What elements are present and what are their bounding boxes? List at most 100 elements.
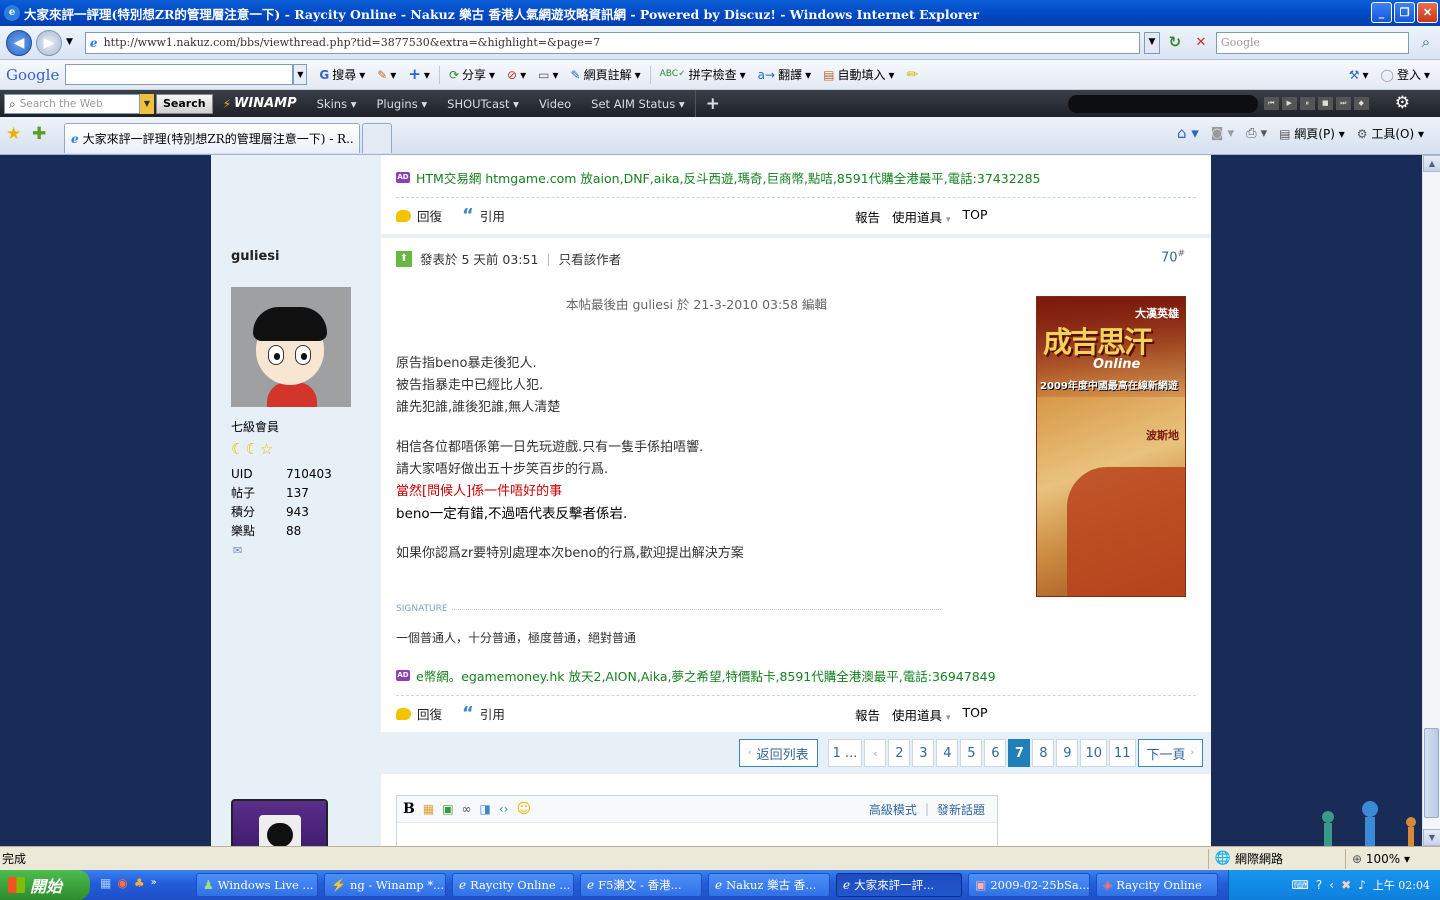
- code-icon[interactable]: ‹›: [499, 803, 509, 815]
- maximize-button[interactable]: ❐: [1394, 2, 1415, 23]
- zoom-level[interactable]: ⊕ 100% ▾: [1352, 852, 1410, 866]
- search-icon[interactable]: ⌕: [1413, 32, 1439, 54]
- task-raycity-1[interactable]: e Raycity Online ...: [452, 873, 574, 897]
- winamp-search-button[interactable]: Search: [156, 93, 213, 114]
- send-message-icon[interactable]: ✉: [233, 544, 242, 557]
- autofill-button[interactable]: ▤ 自動填入 ▾: [817, 66, 900, 83]
- plus-button[interactable]: + ▾: [402, 67, 436, 82]
- winamp-search-dropdown-icon[interactable]: ▼: [140, 93, 154, 114]
- report-link[interactable]: 報告: [855, 207, 880, 226]
- quote-button[interactable]: “引用: [462, 206, 505, 225]
- top-link[interactable]: TOP: [963, 207, 988, 226]
- post-author[interactable]: guliesi: [231, 249, 279, 264]
- home-icon[interactable]: ⌂ ▾: [1177, 126, 1199, 141]
- scroll-thumb[interactable]: [1424, 728, 1439, 818]
- page-2[interactable]: 2: [888, 739, 911, 767]
- winamp-gear-icon[interactable]: ⚙: [1395, 95, 1410, 112]
- report-link-2[interactable]: 報告: [855, 705, 880, 724]
- smiley-icon[interactable]: ☺: [516, 802, 531, 816]
- messenger-icon[interactable]: ♣: [134, 877, 145, 889]
- page-10[interactable]: 10: [1080, 739, 1107, 767]
- address-dropdown-icon[interactable]: ▼: [1143, 31, 1160, 54]
- translate-button[interactable]: a→ 翻譯 ▾: [752, 66, 817, 83]
- tools-link[interactable]: 使用道具 ▾: [892, 207, 951, 226]
- tray-arrow-icon[interactable]: ‹: [1329, 879, 1334, 891]
- print-icon[interactable]: ⎙ ▾: [1246, 127, 1267, 140]
- google-dropdown-icon[interactable]: ▼: [293, 64, 308, 85]
- browser-icon[interactable]: ◉: [117, 877, 127, 889]
- new-tab-button[interactable]: [362, 123, 392, 153]
- page-8[interactable]: 8: [1032, 739, 1055, 767]
- highlight-button[interactable]: ▭ ▾: [532, 68, 564, 82]
- ad-line-2[interactable]: AD e幣網。egamemoney.hk 放天2,AION,Aika,夢之希望,…: [396, 666, 996, 685]
- address-field[interactable]: e http://www1.nakuz.com/bbs/viewthread.p…: [84, 31, 1140, 54]
- google-search-button[interactable]: G 搜尋 ▾: [313, 66, 371, 83]
- forward-button[interactable]: ▶: [36, 29, 62, 56]
- volume-tray-icon[interactable]: ♪: [1358, 879, 1366, 891]
- task-winamp[interactable]: ⚡ ng - Winamp *...: [324, 873, 446, 897]
- bookmark-button[interactable]: ✎ ▾: [371, 68, 402, 82]
- page-6[interactable]: 6: [984, 739, 1007, 767]
- page-menu-button[interactable]: ▤ 網頁(P) ▾: [1279, 125, 1345, 142]
- tab-active[interactable]: e 大家來評一評理(特別想ZR的管理層注意一下) - R...: [64, 123, 360, 153]
- favorites-star-icon[interactable]: ★: [6, 126, 21, 143]
- image-icon[interactable]: ▣: [442, 803, 453, 815]
- advanced-mode-link[interactable]: 高級模式: [869, 801, 917, 818]
- stop-media-icon[interactable]: ■: [1317, 97, 1333, 110]
- google-search-input[interactable]: [65, 64, 294, 85]
- page-4[interactable]: 4: [936, 739, 959, 767]
- page-3[interactable]: 3: [912, 739, 935, 767]
- floor-number[interactable]: 70#: [1161, 249, 1185, 265]
- page-prev[interactable]: ‹: [864, 739, 887, 767]
- pencil-icon[interactable]: ✏: [907, 68, 919, 82]
- next-icon[interactable]: ⏭: [1335, 97, 1351, 110]
- color-icon[interactable]: ▦: [423, 803, 434, 815]
- top-link-2[interactable]: TOP: [963, 705, 988, 724]
- stop-icon[interactable]: ✕: [1190, 32, 1212, 54]
- task-raycity-2[interactable]: ◈ Raycity Online: [1096, 873, 1218, 897]
- share-button[interactable]: ⟳ 分享 ▾: [443, 66, 501, 83]
- page-first[interactable]: 1 ...: [827, 739, 863, 767]
- page-5[interactable]: 5: [960, 739, 983, 767]
- settings-wrench-button[interactable]: ⚒ ▾: [1343, 68, 1375, 82]
- search-input[interactable]: Google: [1215, 31, 1409, 54]
- winamp-search-input[interactable]: ⌕ Search the Web: [4, 93, 140, 114]
- bold-button[interactable]: B: [403, 801, 415, 817]
- author-only-link[interactable]: 只看該作者: [559, 249, 622, 268]
- tools-link-2[interactable]: 使用道具 ▾: [892, 705, 951, 724]
- vertical-scrollbar[interactable]: ▲ ▼: [1422, 155, 1440, 846]
- menu-aim-status[interactable]: Set AIM Status ▾: [581, 90, 694, 117]
- menu-plugins[interactable]: Plugins ▾: [367, 90, 438, 117]
- winamp-player-controls[interactable]: ⏮ ▶ ⏸ ■ ⏭ ◆: [1263, 97, 1369, 110]
- page-9[interactable]: 9: [1056, 739, 1079, 767]
- minimize-button[interactable]: _: [1371, 2, 1392, 23]
- login-button[interactable]: ◯ 登入 ▾: [1375, 66, 1436, 83]
- popup-blocker-button[interactable]: ⊘ ▾: [501, 68, 532, 82]
- task-image[interactable]: ▣ 2009-02-25bSa...: [968, 873, 1090, 897]
- quote-button-2[interactable]: “引用: [462, 704, 505, 723]
- menu-video[interactable]: Video: [529, 90, 581, 117]
- task-windows-live[interactable]: ♟ Windows Live ...: [196, 873, 318, 897]
- close-button[interactable]: ✕: [1417, 2, 1438, 23]
- task-current-thread[interactable]: e 大家來評一評...: [836, 873, 962, 897]
- new-topic-link[interactable]: 發新話題: [937, 801, 985, 818]
- next-page-button[interactable]: 下一頁 ›: [1137, 739, 1204, 767]
- quote-bubble-icon[interactable]: ◨: [480, 803, 491, 815]
- rss-icon[interactable]: ◙ ▾: [1211, 127, 1234, 140]
- notes-button[interactable]: ✎ 網頁註解 ▾: [565, 66, 647, 83]
- history-dropdown-icon[interactable]: ▼: [66, 38, 73, 47]
- scroll-down-icon[interactable]: ▼: [1423, 829, 1440, 846]
- prev-icon[interactable]: ⏮: [1263, 97, 1279, 110]
- winamp-add-button[interactable]: +: [694, 90, 730, 117]
- menu-skins[interactable]: Skins ▾: [307, 90, 367, 117]
- page-current[interactable]: 7: [1008, 739, 1031, 767]
- spellcheck-button[interactable]: ABC✓ 拼字檢查 ▾: [654, 66, 752, 83]
- quick-reply-editor[interactable]: B ▦ ▣ ∞ ◨ ‹› ☺ 高級模式 | 發新話題: [396, 795, 998, 846]
- volume-icon[interactable]: ◆: [1353, 97, 1369, 110]
- play-icon[interactable]: ▶: [1281, 97, 1297, 110]
- task-f5[interactable]: e F5瀨文 - 香港...: [580, 873, 702, 897]
- network-icon[interactable]: ✖: [1341, 879, 1351, 891]
- page-11[interactable]: 11: [1108, 739, 1136, 767]
- add-favorite-icon[interactable]: ✚: [32, 126, 46, 143]
- refresh-icon[interactable]: ↻: [1164, 32, 1186, 54]
